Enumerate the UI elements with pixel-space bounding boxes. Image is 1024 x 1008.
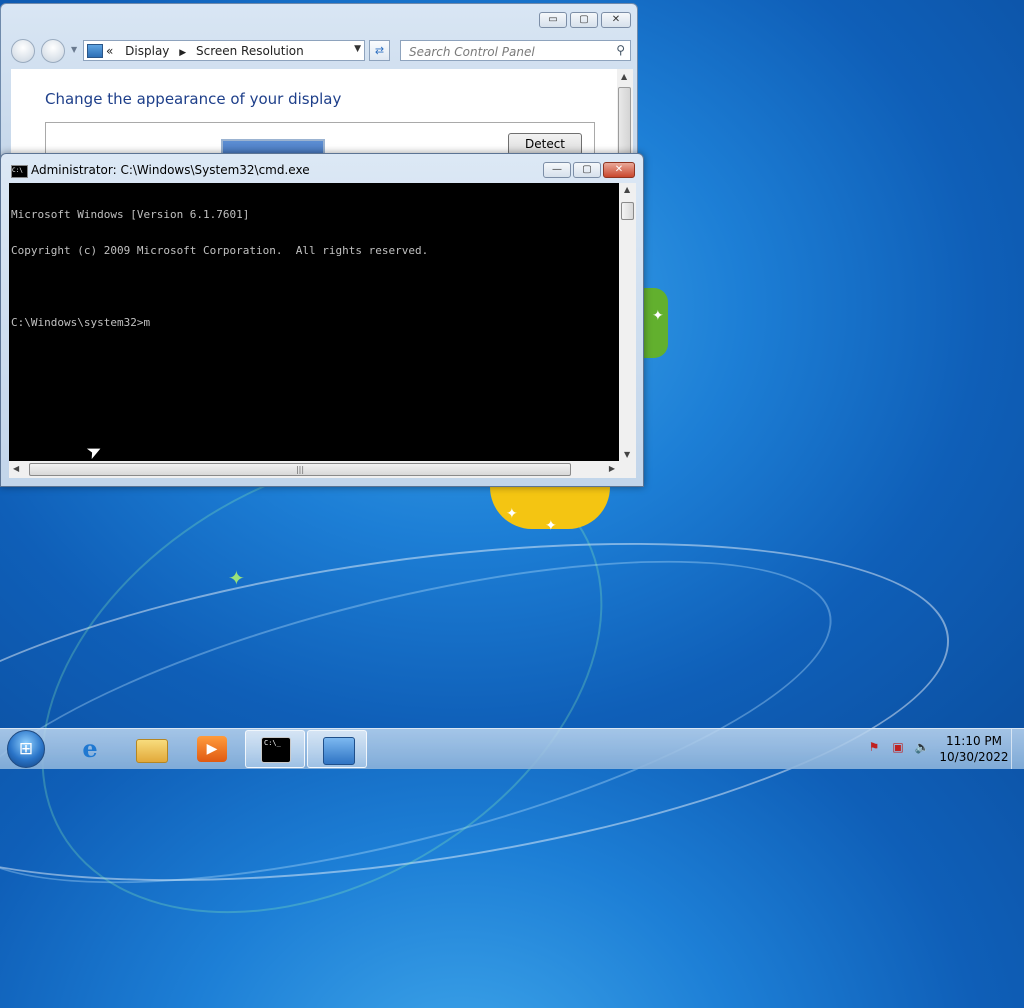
taskbar: ⊞ e ▶ C:\_ ⚑ ▣ 🔈 11:10 PM 10/30/2022 [0, 728, 1024, 769]
sparkle-icon: ✦ [652, 308, 664, 324]
notification-area: ⚑ ▣ 🔈 [866, 739, 930, 755]
scroll-down-icon[interactable]: ▼ [624, 450, 630, 459]
breadcrumb-item-display[interactable]: Display [125, 44, 169, 58]
media-player-icon: ▶ [197, 736, 227, 762]
sparkle-icon: ✦ [228, 566, 245, 590]
taskbar-windows-explorer[interactable] [121, 730, 181, 768]
page-title: Change the appearance of your display [45, 90, 342, 108]
taskbar-media-player[interactable]: ▶ [182, 730, 242, 768]
cmd-close-button[interactable]: ✕ [603, 162, 635, 178]
close-icon: ✕ [611, 14, 621, 25]
breadcrumb-item-screen-resolution[interactable]: Screen Resolution [196, 44, 304, 58]
scrollbar-thumb[interactable] [621, 202, 634, 220]
back-button[interactable] [11, 39, 35, 63]
breadcrumb: « Display ▶ Screen Resolution [106, 44, 304, 58]
detect-button[interactable]: Detect [508, 133, 582, 155]
search-input[interactable] [407, 42, 611, 61]
control-panel-icon [87, 44, 103, 58]
cmd-caption-buttons: — ▢ ✕ [543, 162, 635, 178]
scroll-left-icon[interactable]: ◀ [13, 464, 19, 473]
control-panel-scrollbar[interactable]: ▲ [617, 69, 633, 161]
cmd-icon: C:\_ [261, 737, 291, 763]
address-dropdown-icon[interactable]: ▼ [354, 44, 361, 54]
taskbar-cmd[interactable]: C:\_ [245, 730, 305, 768]
search-icon[interactable]: ⚲ [616, 43, 625, 57]
minimize-icon: ▭ [548, 14, 558, 25]
cmd-maximize-button[interactable]: ▢ [573, 162, 601, 178]
action-center-flag-icon[interactable]: ⚑ [866, 739, 882, 755]
clock-date: 10/30/2022 [939, 750, 1009, 764]
scroll-up-icon[interactable]: ▲ [624, 185, 630, 194]
console-line: Microsoft Windows [Version 6.1.7601] [11, 208, 250, 221]
breadcrumb-separator-icon[interactable]: ▶ [179, 48, 186, 58]
console-line: Copyright (c) 2009 Microsoft Corporation… [11, 244, 429, 257]
control-panel-icon [323, 737, 355, 765]
clock-time: 11:10 PM [946, 734, 1002, 748]
control-panel-window[interactable]: ▭ ▢ ✕ ▼ « Display ▶ Screen Resolution ▼ … [0, 3, 638, 163]
search-box[interactable]: ⚲ [400, 40, 631, 61]
console-output[interactable]: Microsoft Windows [Version 6.1.7601] Cop… [9, 183, 619, 461]
control-panel-maximize-button[interactable]: ▢ [570, 12, 598, 28]
maximize-icon: ▢ [579, 14, 589, 25]
refresh-button[interactable]: ⇄ [369, 40, 390, 61]
address-bar[interactable]: « Display ▶ Screen Resolution ▼ [83, 40, 365, 61]
start-button[interactable]: ⊞ [7, 730, 45, 768]
console-prompt-line: C:\Windows\system32>m [11, 316, 151, 329]
close-icon: ✕ [614, 164, 624, 175]
cmd-window-title: Administrator: C:\Windows\System32\cmd.e… [31, 163, 310, 177]
cmd-horizontal-scrollbar[interactable]: ◀ ||| ▶ [9, 461, 619, 478]
clock[interactable]: 11:10 PM 10/30/2022 [936, 733, 1012, 765]
cmd-window-icon[interactable]: C:\ [11, 165, 28, 178]
breadcrumb-overflow[interactable]: « [106, 44, 113, 58]
scroll-right-icon[interactable]: ▶ [609, 464, 615, 473]
forward-button[interactable] [41, 39, 65, 63]
refresh-icon: ⇄ [374, 44, 385, 57]
control-panel-close-button[interactable]: ✕ [601, 12, 631, 28]
cmd-vertical-scrollbar[interactable]: ▲ ▼ [619, 183, 636, 461]
scroll-up-icon[interactable]: ▲ [621, 72, 627, 81]
scrollbar-thumb[interactable]: ||| [29, 463, 571, 476]
minimize-icon: — [552, 164, 562, 175]
network-icon[interactable]: ▣ [890, 739, 906, 755]
navigation-row: ▼ « Display ▶ Screen Resolution ▼ ⇄ ⚲ [11, 39, 631, 65]
cmd-window[interactable]: C:\ Administrator: C:\Windows\System32\c… [0, 153, 644, 487]
maximize-icon: ▢ [582, 164, 592, 175]
recent-pages-dropdown-icon[interactable]: ▼ [71, 45, 77, 54]
taskbar-internet-explorer[interactable]: e [60, 730, 120, 768]
resize-grip[interactable] [619, 461, 636, 478]
volume-icon[interactable]: 🔈 [914, 739, 930, 755]
scrollbar-thumb[interactable] [618, 87, 631, 157]
cmd-minimize-button[interactable]: — [543, 162, 571, 178]
folder-icon [136, 739, 168, 763]
internet-explorer-icon: e [82, 734, 98, 763]
control-panel-caption-buttons: ▭ ▢ ✕ [539, 12, 631, 28]
control-panel-minimize-button[interactable]: ▭ [539, 12, 567, 28]
show-desktop-button[interactable] [1011, 729, 1024, 769]
control-panel-content: Change the appearance of your display De… [11, 69, 617, 161]
sparkle-icon: ✦ [545, 518, 557, 534]
taskbar-control-panel[interactable] [307, 730, 367, 768]
sparkle-icon: ✦ [506, 506, 518, 522]
windows-logo-icon: ⊞ [18, 739, 34, 759]
